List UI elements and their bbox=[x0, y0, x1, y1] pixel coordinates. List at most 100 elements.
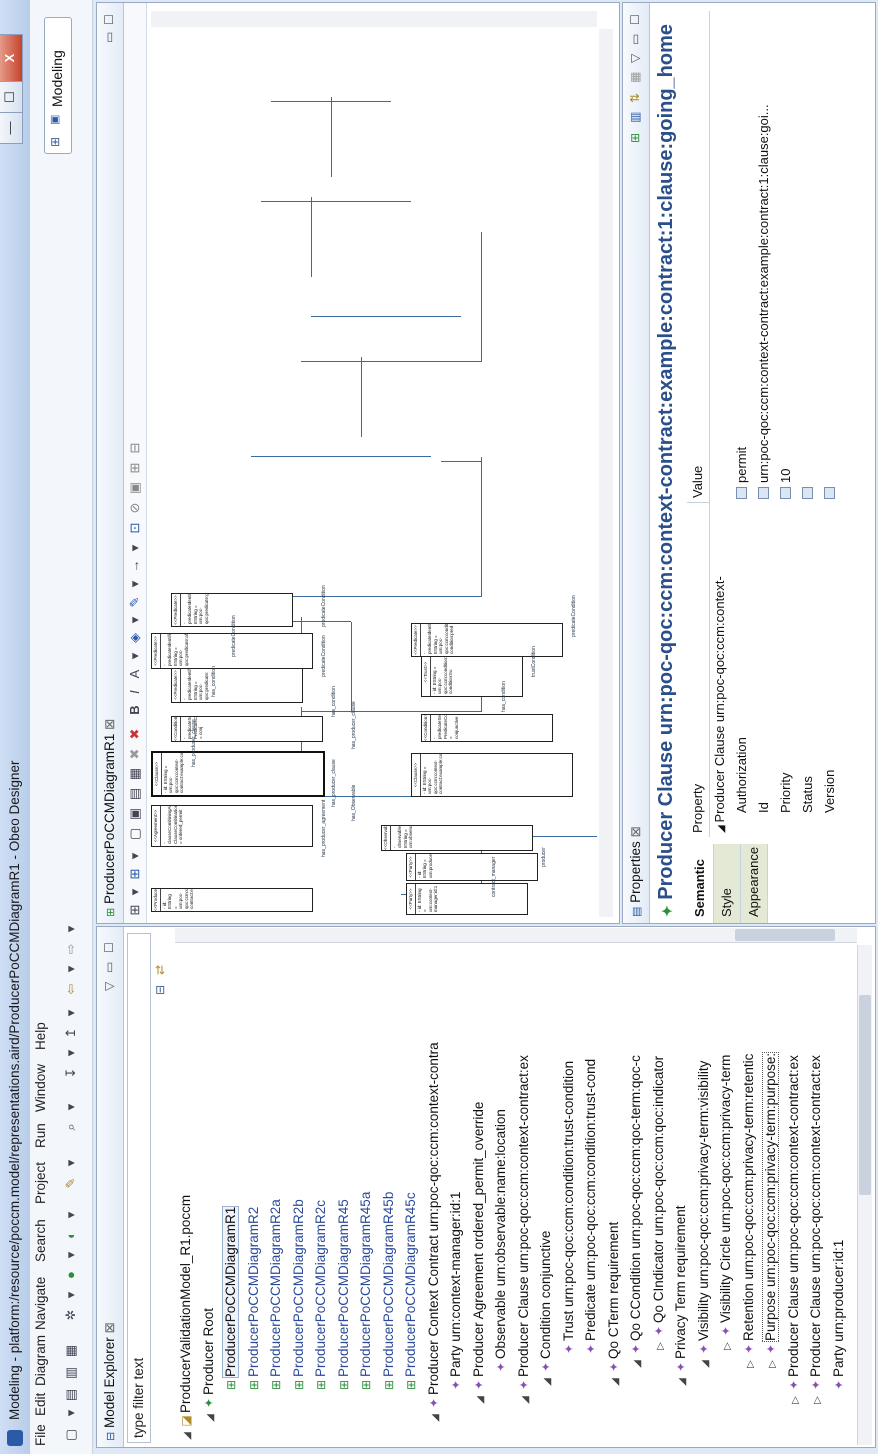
tree-item[interactable]: ▷ ✦ Retention urn:poc-qoc:ccm:privacy-term… bbox=[738, 1054, 760, 1371]
tree-item[interactable]: ⊞ ProducerPoCCMDiagramR45b bbox=[378, 1192, 400, 1407]
collapsed-twisty-icon[interactable]: ▷ bbox=[785, 1393, 807, 1407]
property-row[interactable]: Authorization permit bbox=[731, 11, 753, 837]
refresh-icon[interactable]: ▢ bbox=[126, 825, 144, 843]
vtab-appearance[interactable]: Appearance bbox=[741, 844, 768, 923]
uml-box-agreement[interactable]: <<Agreement>> - clauseCombiningAlgorithm:… bbox=[151, 805, 313, 847]
tree-item[interactable]: ▷ ✦ Producer Clause urn:poc-qoc:ccm:contex… bbox=[783, 1055, 805, 1407]
dropdown-icon[interactable]: ▾ bbox=[62, 1044, 80, 1062]
perspective-switcher[interactable]: ⊞ ▣ Modeling bbox=[44, 17, 72, 154]
collapsed-twisty-icon[interactable]: ▷ bbox=[650, 1339, 672, 1353]
property-row[interactable]: Status bbox=[797, 11, 819, 837]
next-annotation-icon[interactable]: ↧ bbox=[62, 1064, 80, 1082]
diagram-editor-tab[interactable]: ⊞ ProducerPoCCMDiagramR1 ⊠ bbox=[102, 719, 118, 917]
arrange-icon[interactable]: ⊞ bbox=[126, 865, 144, 883]
editor-hscrollbar[interactable] bbox=[599, 29, 613, 917]
uml-box-predicate2[interactable]: <<Predicate>> - predicateIdentifier: EStr… bbox=[171, 667, 303, 703]
menu-edit[interactable]: Edit bbox=[33, 1393, 48, 1416]
expanded-twisty-icon[interactable]: ◢ bbox=[537, 1375, 559, 1389]
close-button[interactable]: X bbox=[0, 34, 23, 82]
uml-box-predicate1[interactable]: <<Predicate>> - predicateIdentifier: EStr… bbox=[411, 623, 563, 657]
tree-item[interactable]: ⊞ ProducerPoCCMDiagramR45c bbox=[400, 1192, 422, 1407]
tree-item[interactable]: ✦ Trust urn:poc-qoc:ccm:condition:trust-c… bbox=[558, 1061, 580, 1371]
tree-item[interactable]: ◢ ✦ Producer Root bbox=[198, 1308, 220, 1425]
open-perspective-icon[interactable]: ⊞ bbox=[48, 137, 62, 147]
router-icon[interactable]: ⊡ bbox=[126, 519, 144, 537]
tree-item[interactable]: ◢ ✦ Producer Context Contract urn:poc-qoc:… bbox=[423, 1042, 445, 1425]
close-tab-icon[interactable]: ⊠ bbox=[628, 826, 643, 837]
menu-navigate[interactable]: Navigate bbox=[33, 1277, 48, 1330]
collapse-all-icon[interactable]: ⊟ bbox=[153, 985, 167, 995]
property-value[interactable]: permit bbox=[734, 447, 749, 483]
tree-item[interactable]: ◢ ✦ Qo CCondition urn:poc-qoc:ccm:qoc-term… bbox=[625, 1055, 647, 1371]
dropdown-icon[interactable]: ▾ bbox=[126, 647, 144, 665]
delete-from-model-icon[interactable]: ✖ bbox=[126, 725, 144, 743]
tree-item[interactable]: ⊞ ProducerPoCCMDiagramR45a bbox=[355, 1192, 377, 1407]
uml-box-clause1[interactable]: <<Clause>> - id: EString = urn:poc-qoc:cc… bbox=[411, 753, 573, 797]
minimize-view-icon[interactable]: ▭ bbox=[102, 962, 116, 973]
dropdown-icon[interactable]: ▾ bbox=[62, 1246, 80, 1264]
filter-input[interactable]: type filter text bbox=[127, 933, 151, 1443]
tree-item[interactable]: ◢ ✦ Producer Agreement ordered_permit_over… bbox=[468, 1102, 490, 1407]
layers-icon[interactable]: ⊞ bbox=[126, 901, 144, 919]
grid-icon[interactable]: ⊟ bbox=[126, 439, 144, 457]
tree-item[interactable]: ✦ Predicate urn:poc-qoc:ccm:condition:tru… bbox=[580, 1059, 602, 1371]
dropdown-icon[interactable]: ▾ bbox=[62, 1286, 80, 1304]
property-row[interactable]: Priority 10 bbox=[775, 11, 797, 837]
dropdown-icon[interactable]: ▾ bbox=[126, 539, 144, 557]
line-style-icon[interactable]: → bbox=[126, 557, 144, 575]
new-icon[interactable]: ▢ bbox=[62, 1426, 80, 1444]
explorer-hscrollbar[interactable] bbox=[857, 945, 872, 1445]
tree-item[interactable]: ◢ ✦ Privacy Term requirement bbox=[670, 1205, 692, 1389]
expanded-twisty-icon[interactable]: ◢ bbox=[672, 1375, 694, 1389]
maximize-view-icon[interactable]: ☐ bbox=[628, 14, 642, 25]
show-categories-icon[interactable]: ▥ bbox=[628, 112, 642, 123]
collapsed-twisty-icon[interactable]: ▷ bbox=[762, 1357, 784, 1371]
run-icon[interactable]: ● bbox=[62, 1266, 80, 1284]
dropdown-icon[interactable]: ▾ bbox=[126, 611, 144, 629]
explorer-vscroll-thumb[interactable] bbox=[735, 929, 835, 941]
dropdown-icon[interactable]: ▾ bbox=[62, 920, 80, 938]
close-tab-icon[interactable]: ⊠ bbox=[102, 719, 117, 730]
tree-item[interactable]: ▷ ✦ Producer Clause urn:poc-qoc:ccm:contex… bbox=[805, 1055, 827, 1407]
menu-search[interactable]: Search bbox=[33, 1219, 48, 1262]
diagram-canvas[interactable]: <<Party>> - id: EString = urn:context-man… bbox=[151, 29, 597, 917]
expanded-twisty-icon[interactable]: ◢ bbox=[695, 1357, 717, 1371]
delete-icon[interactable]: ✖ bbox=[126, 745, 144, 763]
property-row[interactable]: Version bbox=[819, 11, 841, 837]
property-value[interactable]: urn:poc-qoc:ccm:context-contract:example… bbox=[756, 104, 771, 483]
tree-item[interactable]: ▷ ✦Purpose urn:poc-qoc:ccm:privacy-term:p… bbox=[760, 1033, 784, 1371]
explorer-hscroll-thumb[interactable] bbox=[859, 995, 871, 1195]
menu-window[interactable]: Window bbox=[33, 1064, 48, 1112]
maximize-button[interactable]: ☐ bbox=[0, 81, 23, 113]
link-with-editor-icon[interactable]: ⇄ bbox=[153, 965, 167, 975]
save-icon[interactable]: ▤ bbox=[62, 1386, 80, 1404]
vtab-semantic[interactable]: Semantic bbox=[687, 844, 714, 923]
tree-item[interactable]: ◢ ✦ Visibility urn:poc-qoc:ccm:privacy-ter… bbox=[693, 1061, 715, 1371]
line-color-icon[interactable]: ✎ bbox=[126, 593, 144, 611]
collapsed-twisty-icon[interactable]: ▷ bbox=[717, 1339, 739, 1353]
forward-icon[interactable]: ⇨ bbox=[62, 940, 80, 958]
export-image-icon[interactable]: ▦ bbox=[126, 765, 144, 783]
font-color-icon[interactable]: A bbox=[126, 665, 144, 683]
tree-item[interactable]: ⊞ ProducerPoCCMDiagramR2a bbox=[265, 1199, 287, 1407]
tree-item[interactable]: ◢ ✦ Qo CTerm requirement bbox=[603, 1222, 625, 1389]
minimize-view-icon[interactable]: ▭ bbox=[628, 34, 642, 45]
property-row[interactable]: ◢ Producer Clause urn:poc-qoc:ccm:contex… bbox=[709, 11, 731, 837]
property-value[interactable]: 10 bbox=[778, 469, 793, 483]
prev-annotation-icon[interactable]: ↥ bbox=[62, 1024, 80, 1042]
expanded-twisty-icon[interactable]: ◢ bbox=[515, 1393, 537, 1407]
view-menu-icon[interactable]: ▽ bbox=[628, 54, 642, 63]
tree-item[interactable]: ⊞ ProducerPoCCMDiagramR2b bbox=[288, 1199, 310, 1407]
tree-item[interactable]: ▷ ✦ Visibility Circle urn:poc-qoc:ccm:priv… bbox=[715, 1055, 737, 1353]
dropdown-icon[interactable]: ▾ bbox=[126, 847, 144, 865]
explorer-vscrollbar[interactable] bbox=[175, 928, 857, 943]
minimize-button[interactable]: — bbox=[0, 112, 23, 144]
maximize-view-icon[interactable]: ☐ bbox=[102, 14, 116, 25]
wand-icon[interactable]: ✎ bbox=[62, 1174, 80, 1192]
select-all-icon[interactable]: ▤ bbox=[126, 785, 144, 803]
property-row[interactable]: Id urn:poc-qoc:ccm:context-contract:examp… bbox=[753, 11, 775, 837]
vtab-style[interactable]: Style bbox=[714, 844, 741, 923]
restore-default-icon[interactable]: ⇅ bbox=[628, 93, 642, 103]
model-explorer-tab[interactable]: ⊟ Model Explorer ⊠ bbox=[102, 1322, 118, 1441]
expanded-twisty-icon[interactable]: ◢ bbox=[716, 823, 727, 833]
